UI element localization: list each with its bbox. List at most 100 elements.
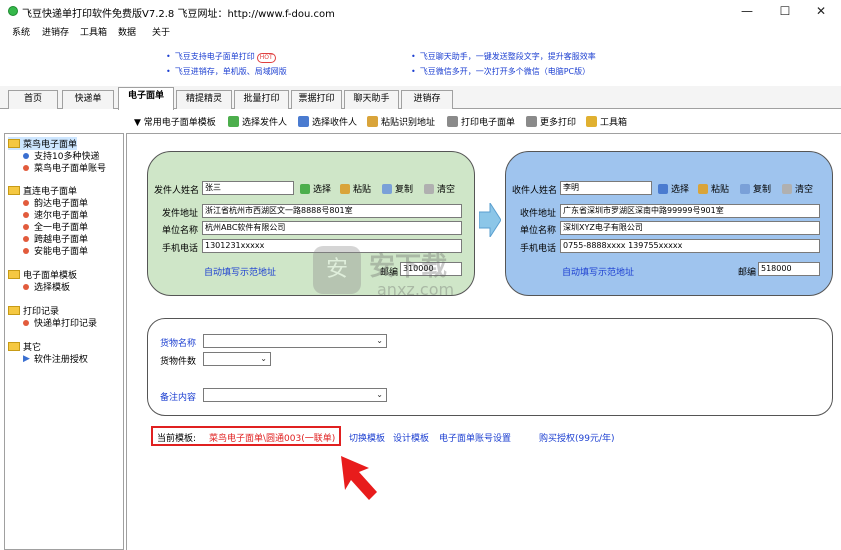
tab-home[interactable]: 首页 bbox=[8, 90, 58, 109]
folder-icon bbox=[8, 342, 20, 351]
app-logo-icon bbox=[8, 6, 18, 16]
watermark-text: 安下载 bbox=[369, 252, 448, 282]
buy-license-link[interactable]: 购买授权(99元/年) bbox=[539, 431, 615, 444]
sender-name-field[interactable]: 张三 bbox=[202, 181, 294, 195]
bullet-icon bbox=[23, 164, 29, 171]
person-icon bbox=[658, 183, 668, 194]
switch-template-link[interactable]: 切换模板 bbox=[349, 431, 385, 444]
close-button[interactable]: ✕ bbox=[804, 0, 838, 22]
promo-link-eorder[interactable]: • 飞豆支持电子面单打印 HOT bbox=[166, 51, 276, 63]
tree-item-choose-template[interactable]: 选择模板 bbox=[23, 280, 70, 293]
goods-name-label[interactable]: 货物名称 bbox=[160, 336, 196, 349]
tab-ticket-print[interactable]: 票据打印 bbox=[291, 90, 342, 109]
person-icon bbox=[298, 116, 309, 127]
select-receiver-button[interactable]: 选择收件人 bbox=[298, 115, 357, 128]
receiver-postcode-field[interactable]: 518000 bbox=[758, 262, 820, 276]
sender-company-label: 单位名称 bbox=[162, 226, 199, 236]
receiver-paste-button[interactable]: 粘贴 bbox=[698, 182, 729, 195]
folder-icon bbox=[8, 139, 20, 148]
sender-clear-button[interactable]: 清空 bbox=[424, 182, 455, 195]
goods-panel: 货物名称 ⌄ 货物件数 ⌄ 备注内容 ⌄ bbox=[147, 318, 833, 416]
menu-bar: 系统 进销存 工具箱 数据 关于 bbox=[0, 22, 841, 39]
receiver-name-label: 收件人姓名 bbox=[512, 186, 558, 196]
folder-icon bbox=[8, 186, 20, 195]
tree-item-anneng[interactable]: 安能电子面单 bbox=[23, 244, 88, 257]
nav-tree: 菜鸟电子面单 支持10多种快递 菜鸟电子面单账号 直连电子面单 韵达电子面单 速… bbox=[4, 133, 124, 550]
goods-name-select[interactable]: ⌄ bbox=[203, 334, 387, 348]
receiver-company-field[interactable]: 深圳XYZ电子有限公司 bbox=[560, 221, 820, 235]
paste-address-button[interactable]: 粘贴识别地址 bbox=[367, 115, 435, 128]
receiver-phone-field[interactable]: 0755-8888xxxx 139755xxxxx bbox=[560, 239, 820, 253]
receiver-select-button[interactable]: 选择 bbox=[658, 182, 689, 195]
tree-item-register[interactable]: ▶ 软件注册授权 bbox=[23, 352, 88, 366]
tab-chat-helper[interactable]: 聊天助手 bbox=[344, 90, 399, 109]
chevron-down-icon: ⌄ bbox=[376, 390, 383, 399]
receiver-autofill-link[interactable]: 自动填写示范地址 bbox=[562, 265, 634, 278]
print-eorder-button[interactable]: 打印电子面单 bbox=[447, 115, 515, 128]
receiver-clear-button[interactable]: 清空 bbox=[782, 182, 813, 195]
toolbox-icon bbox=[586, 116, 597, 127]
sender-select-button[interactable]: 选择 bbox=[300, 182, 331, 195]
template-dropdown-button[interactable]: ▼ 常用电子面单模板 bbox=[134, 115, 216, 128]
tree-item-print-records[interactable]: 快递单打印记录 bbox=[23, 316, 97, 329]
current-template-value[interactable]: 菜鸟电子面单\圆通003(一联单) bbox=[209, 431, 335, 444]
sender-paste-button[interactable]: 粘贴 bbox=[340, 182, 371, 195]
select-sender-button[interactable]: 选择发件人 bbox=[228, 115, 287, 128]
promo-link-wechat[interactable]: • 飞豆微信多开，一次打开多个微信（电脑PC版） bbox=[411, 66, 590, 77]
tab-inventory[interactable]: 进销存 bbox=[401, 90, 453, 109]
sender-address-field[interactable]: 浙江省杭州市西湖区文一路8888号801室 bbox=[202, 204, 462, 218]
printer-icon bbox=[447, 116, 458, 127]
tree-item-cainiao-account[interactable]: 菜鸟电子面单账号 bbox=[23, 161, 106, 174]
eraser-icon bbox=[424, 183, 434, 194]
annotation-arrow-icon bbox=[341, 456, 377, 500]
menu-toolbox[interactable]: 工具箱 bbox=[80, 25, 107, 38]
watermark-subtext: anxz.com bbox=[377, 280, 455, 299]
remark-select[interactable]: ⌄ bbox=[203, 388, 387, 402]
receiver-address-field[interactable]: 广东省深圳市罗湖区深南中路99999号901室 bbox=[560, 204, 820, 218]
promo-link-inventory[interactable]: • 飞豆进销存，单机版、局域网版 bbox=[166, 66, 287, 77]
menu-data[interactable]: 数据 bbox=[118, 25, 136, 38]
goods-count-select[interactable]: ⌄ bbox=[203, 352, 271, 366]
remark-label[interactable]: 备注内容 bbox=[160, 390, 196, 403]
tab-express[interactable]: 快递单 bbox=[62, 90, 114, 109]
sender-phone-label: 手机电话 bbox=[162, 244, 199, 254]
sender-autofill-link[interactable]: 自动填写示范地址 bbox=[204, 265, 276, 278]
play-icon: ▶ bbox=[23, 353, 30, 364]
eorder-account-settings-link[interactable]: 电子面单账号设置 bbox=[439, 431, 511, 444]
bullet-icon bbox=[23, 283, 29, 290]
clipboard-icon bbox=[367, 116, 378, 127]
more-print-button[interactable]: 更多打印 bbox=[526, 115, 576, 128]
receiver-panel: 收件人姓名 李明 选择 粘贴 复制 清空 收件地址 广东省深圳市罗湖区深南中路9… bbox=[505, 151, 833, 296]
sender-company-field[interactable]: 杭州ABC软件有限公司 bbox=[202, 221, 462, 235]
minimize-button[interactable]: — bbox=[730, 0, 764, 22]
receiver-copy-button[interactable]: 复制 bbox=[740, 182, 771, 195]
menu-system[interactable]: 系统 bbox=[12, 25, 30, 38]
copy-icon bbox=[382, 183, 392, 194]
tab-sprite[interactable]: 精提精灵 bbox=[176, 90, 232, 109]
chevron-down-icon: ⌄ bbox=[376, 336, 383, 345]
tab-eorder[interactable]: 电子面单 bbox=[118, 87, 174, 110]
person-icon bbox=[300, 183, 310, 194]
design-template-link[interactable]: 设计模板 bbox=[393, 431, 429, 444]
tab-batch-print[interactable]: 批量打印 bbox=[234, 90, 289, 109]
current-template-box: 当前模板: 菜鸟电子面单\圆通003(一联单) bbox=[151, 426, 341, 446]
current-template-label: 当前模板: bbox=[157, 434, 197, 444]
promo-link-chat[interactable]: • 飞豆聊天助手，一键发送整段文字，提升客服效率 bbox=[411, 51, 596, 62]
receiver-address-label: 收件地址 bbox=[520, 209, 557, 219]
title-bar: 飞豆快递单打印软件免费版V7.2.8 飞豆网址：http://www.f-dou… bbox=[0, 0, 841, 22]
eorder-workspace: 发件人姓名 张三 选择 粘贴 复制 清空 发件地址 浙江省杭州市西湖区文一路88… bbox=[126, 133, 841, 550]
menu-about[interactable]: 关于 bbox=[152, 25, 170, 38]
info-icon bbox=[23, 152, 29, 159]
maximize-button[interactable]: ☐ bbox=[768, 0, 802, 22]
folder-icon bbox=[8, 306, 20, 315]
bullet-icon bbox=[23, 199, 29, 206]
receiver-name-field[interactable]: 李明 bbox=[560, 181, 652, 195]
menu-inventory[interactable]: 进销存 bbox=[42, 25, 69, 38]
receiver-postcode-label: 邮编 bbox=[738, 268, 757, 278]
toolbox-button[interactable]: 工具箱 bbox=[586, 115, 627, 128]
chevron-down-icon: ⌄ bbox=[260, 354, 267, 363]
sender-copy-button[interactable]: 复制 bbox=[382, 182, 413, 195]
watermark: 安 安下载 anxz.com bbox=[313, 244, 553, 304]
eorder-toolbar: ▼ 常用电子面单模板 选择发件人 选择收件人 粘贴识别地址 打印电子面单 更多打… bbox=[128, 113, 841, 131]
sender-name-label: 发件人姓名 bbox=[154, 186, 200, 196]
